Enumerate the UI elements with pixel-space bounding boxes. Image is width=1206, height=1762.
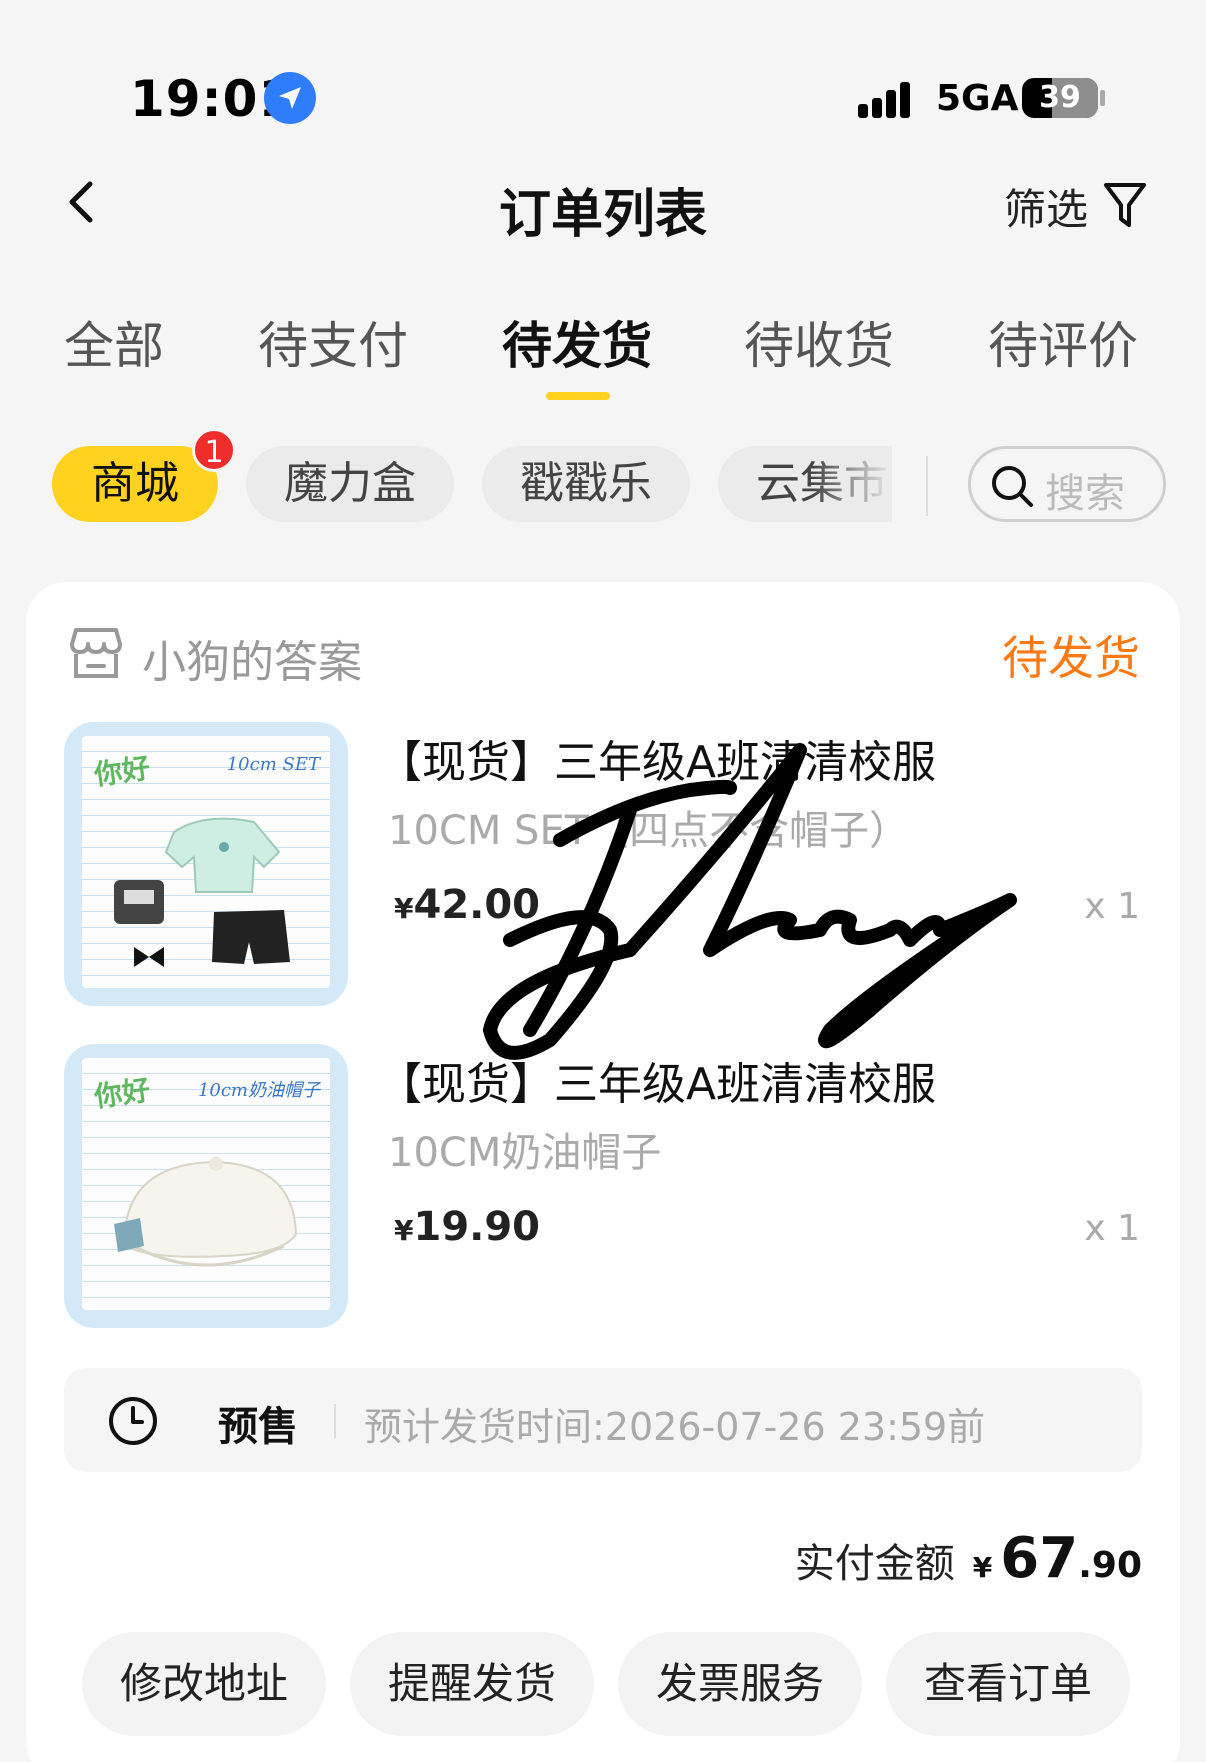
presale-label: 预售 [218,1404,298,1450]
modify-address-button[interactable]: 修改地址 [82,1632,326,1736]
item-title: 【现货】三年级A班清清校服 [378,1059,937,1110]
search-button[interactable]: 搜索 [968,446,1166,522]
product-thumbnail[interactable]: 你好 10cm SET [64,722,348,1006]
presale-info: 预售 预计发货时间:2026-07-26 23:59前 [64,1368,1142,1472]
search-placeholder: 搜索 [1045,471,1125,517]
active-tab-indicator [546,392,610,400]
total-label: 实付金额 [794,1541,955,1587]
tab-pending-review[interactable]: 待评价 [988,306,1138,378]
chip-cloud-market[interactable]: 云集市 [718,446,892,522]
invoice-service-button[interactable]: 发票服务 [618,1632,862,1736]
filter-funnel-icon [1104,183,1147,227]
order-status: 待发货 [1002,631,1140,685]
thumb-hello-text: 你好 [92,751,153,792]
order-card[interactable]: 小狗的答案 待发货 你好 10cm SET 【现货】三年级A班清清校服 10CM… [26,582,1180,1762]
total-paid: 实付金额 ¥ 67 .90 [795,1526,1142,1591]
item-price: ¥42.00 [394,882,540,928]
total-currency: ¥ [972,1551,993,1584]
shop-icon [70,628,122,678]
status-bar: 19:01 5GA 39 [0,0,1206,200]
order-item[interactable]: 你好 10cm奶油帽子 【现货】三年级A班清清校服 10CM奶油帽子 ¥19.9… [64,1044,1144,1330]
tab-pending-receipt[interactable]: 待收货 [744,306,894,378]
item-quantity: x 1 [1084,886,1140,927]
product-thumbnail[interactable]: 你好 10cm奶油帽子 [64,1044,348,1328]
filter-button[interactable]: 筛选 [1004,176,1148,236]
item-spec: 10CM SET（四点不含帽子） [388,808,910,854]
view-order-button[interactable]: 查看订单 [886,1632,1130,1736]
chip-mall-label: 商城 [91,458,179,509]
network-type: 5GA [936,78,1019,119]
thumb-hello-text: 你好 [92,1073,153,1114]
item-price-value: 19.90 [413,1204,541,1250]
battery-icon: 39 [1022,78,1098,118]
mall-badge: 1 [192,428,236,472]
tab-pending-payment[interactable]: 待支付 [258,306,408,378]
shop-name[interactable]: 小狗的答案 [142,626,362,690]
item-price-value: 42.00 [413,882,541,928]
cellular-signal-icon [858,78,918,118]
item-currency: ¥ [394,892,414,925]
chip-magic-box[interactable]: 魔力盒 [246,446,454,522]
item-price: ¥19.90 [394,1204,540,1250]
tab-all[interactable]: 全部 [64,306,164,378]
item-title: 【现货】三年级A班清清校服 [378,737,937,788]
chip-poke-fun[interactable]: 戳戳乐 [482,446,690,522]
item-spec: 10CM奶油帽子 [388,1130,662,1176]
search-icon [992,466,1033,507]
clock-icon [109,1397,157,1445]
total-decimal: .90 [1078,1545,1142,1586]
chip-divider [926,456,928,516]
order-item[interactable]: 你好 10cm SET 【现货】三年级A班清清校服 10CM SET（四点不含帽… [64,722,1144,1008]
thumb-tag-text: 10cm奶油帽子 [197,1080,320,1101]
item-currency: ¥ [394,1214,414,1247]
remind-shipment-button[interactable]: 提醒发货 [350,1632,594,1736]
order-tabs: 全部 待支付 待发货 待收货 待评价 [0,306,1206,396]
chip-magic-box-label: 魔力盒 [284,458,416,509]
battery-tip [1100,90,1105,106]
presale-divider [334,1404,336,1438]
battery-level: 39 [1039,80,1081,115]
location-arrow-icon [264,72,316,124]
filter-label: 筛选 [1004,184,1089,234]
estimated-ship-time: 预计发货时间:2026-07-26 23:59前 [364,1405,986,1449]
total-integer: 67 [1000,1526,1079,1591]
tab-pending-shipment[interactable]: 待发货 [502,306,652,378]
cream-hat-image [114,1157,298,1267]
item-quantity: x 1 [1084,1208,1140,1249]
thumb-tag-text: 10cm SET [226,754,320,775]
order-actions: 修改地址 提醒发货 发票服务 查看订单 [82,1632,1132,1736]
uniform-set-image [114,817,290,967]
chip-poke-fun-label: 戳戳乐 [520,458,652,509]
